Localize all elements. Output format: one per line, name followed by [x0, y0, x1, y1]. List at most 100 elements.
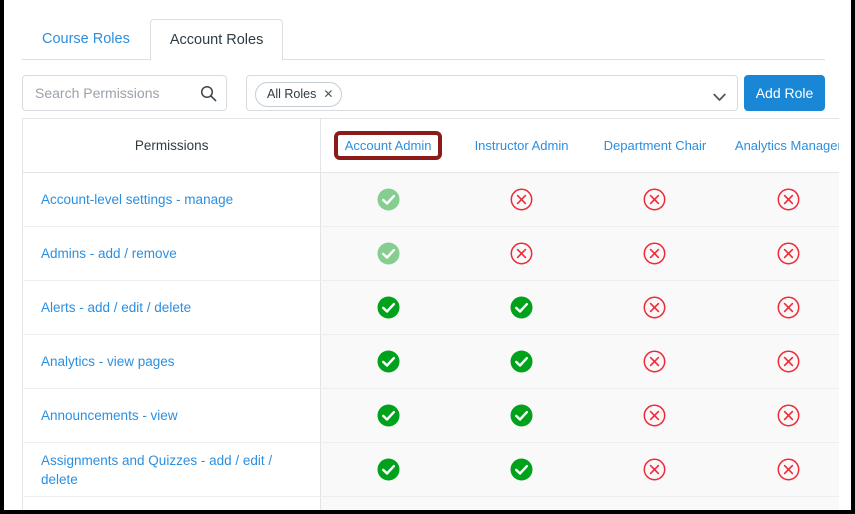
- search-icon: [200, 85, 217, 102]
- permission-name-cell[interactable]: Account-level settings - manage: [22, 172, 322, 227]
- deny-circle-x-icon: [777, 458, 800, 481]
- chevron-down-icon[interactable]: [713, 89, 726, 101]
- permission-name-cell[interactable]: Admins - add / remove: [22, 226, 322, 281]
- close-icon[interactable]: ✕: [323, 83, 333, 105]
- permission-link[interactable]: Announcements - view: [41, 408, 178, 423]
- tab-course-roles[interactable]: Course Roles: [22, 18, 150, 60]
- column-header-role-2[interactable]: Department Chair: [588, 118, 722, 173]
- permissions-table-body: Account-level settings - manage Admins - …: [22, 172, 839, 510]
- table-row: Alerts - add / edit / delete: [22, 280, 839, 335]
- deny-circle-x-icon: [777, 188, 800, 211]
- add-role-button[interactable]: Add Role: [744, 75, 825, 111]
- tab-account-roles[interactable]: Account Roles: [149, 19, 284, 61]
- permission-enabled-cell[interactable]: [320, 280, 455, 335]
- deny-circle-x-icon: [777, 296, 800, 319]
- permission-denied-cell[interactable]: [588, 172, 722, 227]
- search-permissions-box[interactable]: [22, 75, 227, 111]
- tab-course-roles-label: Course Roles: [42, 31, 130, 47]
- screenshot-frame: Course Roles Account Roles All Roles ✕: [0, 0, 855, 514]
- permission-enabled-cell[interactable]: [454, 388, 589, 443]
- permission-enabled-cell[interactable]: [320, 442, 455, 497]
- permission-name-cell[interactable]: Alerts - add / edit / delete: [22, 280, 322, 335]
- check-circle-icon: [377, 350, 400, 373]
- deny-circle-x-icon: [777, 404, 800, 427]
- column-header-role-0[interactable]: Account Admin: [320, 118, 455, 173]
- column-header-permissions: Permissions: [22, 118, 322, 173]
- permission-denied-cell[interactable]: [721, 334, 839, 389]
- permission-denied-cell[interactable]: [454, 226, 589, 281]
- permission-denied-cell[interactable]: [721, 172, 839, 227]
- permission-denied-cell[interactable]: [588, 334, 722, 389]
- deny-circle-x-icon: [643, 242, 666, 265]
- search-input[interactable]: [23, 76, 195, 110]
- check-circle-icon: [377, 188, 400, 211]
- table-row: Account-level settings - manage: [22, 172, 839, 227]
- permissions-table-header-row: Permissions Account Admin Instructor Admi…: [22, 118, 839, 173]
- permission-enabled-cell[interactable]: [320, 172, 455, 227]
- permissions-page: Course Roles Account Roles All Roles ✕: [8, 0, 839, 510]
- permission-empty-cell: [588, 496, 722, 510]
- table-row: Analytics - view pages: [22, 334, 839, 389]
- role-header-label[interactable]: Analytics Manager: [727, 134, 839, 157]
- permission-name-cell[interactable]: [22, 496, 322, 510]
- check-circle-icon: [510, 404, 533, 427]
- column-header-role-1[interactable]: Instructor Admin: [454, 118, 589, 173]
- deny-circle-x-icon: [643, 296, 666, 319]
- permissions-header-label: Permissions: [134, 138, 209, 153]
- table-row: Assignments and Quizzes - add / edit / d…: [22, 442, 839, 497]
- permission-denied-cell[interactable]: [588, 226, 722, 281]
- permission-link[interactable]: Admins - add / remove: [41, 246, 177, 261]
- permission-link[interactable]: Account-level settings - manage: [41, 192, 233, 207]
- deny-circle-x-icon: [777, 242, 800, 265]
- permission-enabled-cell[interactable]: [320, 334, 455, 389]
- permission-denied-cell[interactable]: [588, 280, 722, 335]
- deny-circle-x-icon: [643, 404, 666, 427]
- deny-circle-x-icon: [643, 188, 666, 211]
- permission-enabled-cell[interactable]: [454, 334, 589, 389]
- check-circle-icon: [377, 242, 400, 265]
- permission-enabled-cell[interactable]: [320, 226, 455, 281]
- role-header-label[interactable]: Instructor Admin: [467, 134, 577, 157]
- role-header-label[interactable]: Department Chair: [596, 134, 715, 157]
- role-header-label[interactable]: Account Admin: [333, 131, 443, 160]
- permission-denied-cell[interactable]: [721, 442, 839, 497]
- permission-denied-cell[interactable]: [588, 442, 722, 497]
- permissions-toolbar: All Roles ✕ Add Role: [22, 75, 825, 111]
- filter-pill-label: All Roles: [267, 87, 317, 101]
- check-circle-icon: [377, 296, 400, 319]
- filter-pill-all-roles[interactable]: All Roles ✕: [255, 82, 343, 107]
- permissions-table: Permissions Account Admin Instructor Admi…: [22, 118, 839, 510]
- permission-denied-cell[interactable]: [721, 388, 839, 443]
- permission-link[interactable]: Analytics - view pages: [41, 354, 175, 369]
- permission-name-cell[interactable]: Analytics - view pages: [22, 334, 322, 389]
- check-circle-icon: [510, 458, 533, 481]
- permission-enabled-cell[interactable]: [454, 280, 589, 335]
- permission-enabled-cell[interactable]: [454, 442, 589, 497]
- permission-denied-cell[interactable]: [721, 226, 839, 281]
- check-circle-icon: [510, 350, 533, 373]
- roles-filter-select[interactable]: All Roles ✕: [246, 75, 738, 111]
- check-circle-icon: [510, 296, 533, 319]
- permission-empty-cell: [721, 496, 839, 510]
- permission-name-cell[interactable]: Announcements - view: [22, 388, 322, 443]
- deny-circle-x-icon: [643, 458, 666, 481]
- permission-denied-cell[interactable]: [454, 172, 589, 227]
- permission-denied-cell[interactable]: [588, 388, 722, 443]
- deny-circle-x-icon: [510, 242, 533, 265]
- tab-account-roles-label: Account Roles: [169, 32, 264, 48]
- deny-circle-x-icon: [510, 188, 533, 211]
- permission-enabled-cell[interactable]: [320, 388, 455, 443]
- permission-name-cell[interactable]: Assignments and Quizzes - add / edit / d…: [22, 442, 322, 497]
- role-type-tablist: Course Roles Account Roles: [22, 18, 825, 61]
- permission-denied-cell[interactable]: [721, 280, 839, 335]
- permission-link[interactable]: Assignments and Quizzes - add / edit / d…: [41, 453, 272, 487]
- column-header-role-3[interactable]: Analytics Manager: [721, 118, 839, 173]
- deny-circle-x-icon: [643, 350, 666, 373]
- permissions-table-scroll[interactable]: Permissions Account Admin Instructor Admi…: [22, 118, 839, 510]
- table-row: Announcements - view: [22, 388, 839, 443]
- check-circle-icon: [377, 404, 400, 427]
- permission-link[interactable]: Alerts - add / edit / delete: [41, 300, 191, 315]
- table-row: [22, 496, 839, 510]
- permission-empty-cell: [320, 496, 455, 510]
- permission-empty-cell: [454, 496, 589, 510]
